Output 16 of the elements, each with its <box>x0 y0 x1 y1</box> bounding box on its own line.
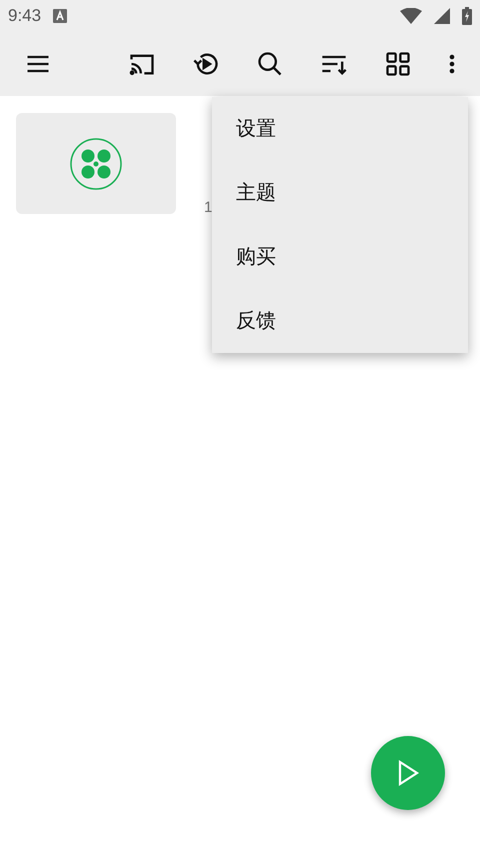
folder-count: 1 <box>204 198 212 218</box>
play-button[interactable] <box>371 736 445 810</box>
menu-item[interactable]: 反馈 <box>212 289 468 353</box>
signal-icon <box>434 8 450 24</box>
wifi-icon <box>400 8 422 24</box>
menu-item[interactable]: 主题 <box>212 161 468 225</box>
folder-thumbnail[interactable] <box>16 113 176 214</box>
keyboard-icon <box>53 9 68 23</box>
battery-icon <box>462 7 472 25</box>
status-time: 9:43 <box>8 5 42 28</box>
play-icon <box>396 760 420 786</box>
menu-item[interactable]: 购买 <box>212 225 468 289</box>
film-reel-icon <box>70 138 122 190</box>
search-icon[interactable] <box>256 50 284 78</box>
grid-icon[interactable] <box>384 50 412 78</box>
menu-item[interactable]: 设置 <box>212 97 468 161</box>
